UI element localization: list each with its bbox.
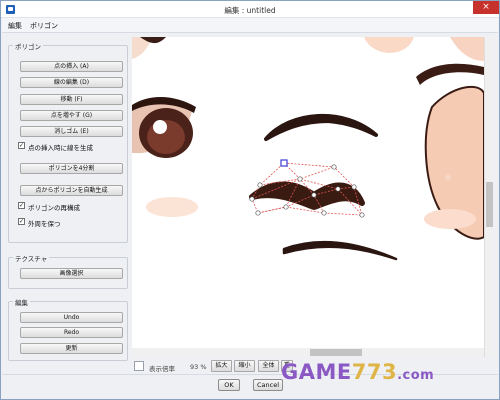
split-polygon-button[interactable]: ポリゴンを4分割	[20, 163, 123, 174]
update-button[interactable]: 更新	[20, 343, 123, 354]
watermark-brand-b: 773	[351, 360, 398, 384]
blush-top-center	[364, 37, 414, 53]
auto-line-label: 点の挿入時に線を生成	[28, 144, 93, 152]
horizontal-scroll-thumb[interactable]	[310, 349, 362, 356]
auto-line-checkbox[interactable]: ✓	[18, 142, 25, 149]
texture-group-label: テクスチャ	[13, 253, 50, 263]
keep-outline-label: 外周を保つ	[28, 220, 61, 228]
tool-panel: ポリゴン 点の挿入 (A) 線の編集 (D) 移動 (F) 点を増やす (G) …	[6, 37, 130, 371]
watermark-brand-a: GAME	[281, 360, 352, 384]
select-image-button[interactable]: 画像選択	[20, 268, 123, 279]
menu-polygon[interactable]: ポリゴン	[30, 21, 58, 31]
keep-outline-checkbox[interactable]: ✓	[18, 218, 25, 225]
blush-top-right	[450, 37, 484, 61]
vertical-scroll-thumb[interactable]	[486, 182, 493, 227]
edit-group-label: 編集	[13, 297, 30, 307]
selected-vertex[interactable]	[280, 159, 288, 167]
eraser-button[interactable]: 消しゴム (E)	[20, 126, 123, 137]
zoom-label: 表示倍率	[149, 365, 175, 373]
window-title: 編集 : untitled	[224, 6, 276, 15]
eyebrow-arc	[264, 114, 378, 141]
redo-button[interactable]: Redo	[20, 327, 123, 338]
menu-edit[interactable]: 編集	[8, 21, 22, 31]
site-watermark: GAME773.com	[273, 356, 489, 396]
undo-button[interactable]: Undo	[20, 312, 123, 323]
cheek-dot	[445, 174, 451, 180]
polygon-group-label: ポリゴン	[13, 41, 43, 51]
canvas-artwork	[132, 37, 484, 261]
add-points-button[interactable]: 点を増やす (G)	[20, 110, 123, 121]
edit-group: 編集 Undo Redo 更新	[8, 297, 128, 361]
move-button[interactable]: 移動 (F)	[20, 94, 123, 105]
close-button[interactable]: ×	[473, 1, 499, 14]
mouth-curve	[282, 240, 398, 261]
zoom-value: 93 %	[190, 363, 207, 371]
left-eye-highlight	[153, 120, 167, 134]
blush-left	[146, 197, 198, 217]
status-checkbox[interactable]	[134, 361, 144, 371]
watermark-brand-c: .com	[397, 368, 435, 383]
ok-button[interactable]: OK	[218, 379, 240, 391]
right-eye-lash	[416, 63, 484, 85]
edit-line-button[interactable]: 線の編集 (D)	[20, 77, 123, 88]
polygon-group: ポリゴン 点の挿入 (A) 線の編集 (D) 移動 (F) 点を増やす (G) …	[8, 41, 128, 243]
editor-window: 編集 : untitled × 編集 ポリゴン ポリゴン 点の挿入 (A) 線の…	[0, 0, 500, 400]
menu-bar: 編集 ポリゴン	[2, 18, 498, 33]
title-bar: 編集 : untitled ×	[1, 1, 499, 18]
auto-polygon-button[interactable]: 点からポリゴンを自動生成	[20, 185, 123, 196]
zoom-out-button[interactable]: 縮小	[234, 360, 255, 372]
reconstruct-checkbox[interactable]: ✓	[18, 202, 25, 209]
insert-point-button[interactable]: 点の挿入 (A)	[20, 61, 123, 72]
texture-group: テクスチャ 画像選択	[8, 253, 128, 289]
blush-right	[424, 209, 476, 229]
zoom-in-button[interactable]: 拡大	[211, 360, 232, 372]
watermark-text: GAME773.com	[281, 360, 434, 384]
reconstruct-label: ポリゴンの再構成	[28, 204, 80, 212]
vertical-scrollbar[interactable]	[484, 37, 494, 357]
editing-canvas[interactable]	[132, 37, 484, 357]
